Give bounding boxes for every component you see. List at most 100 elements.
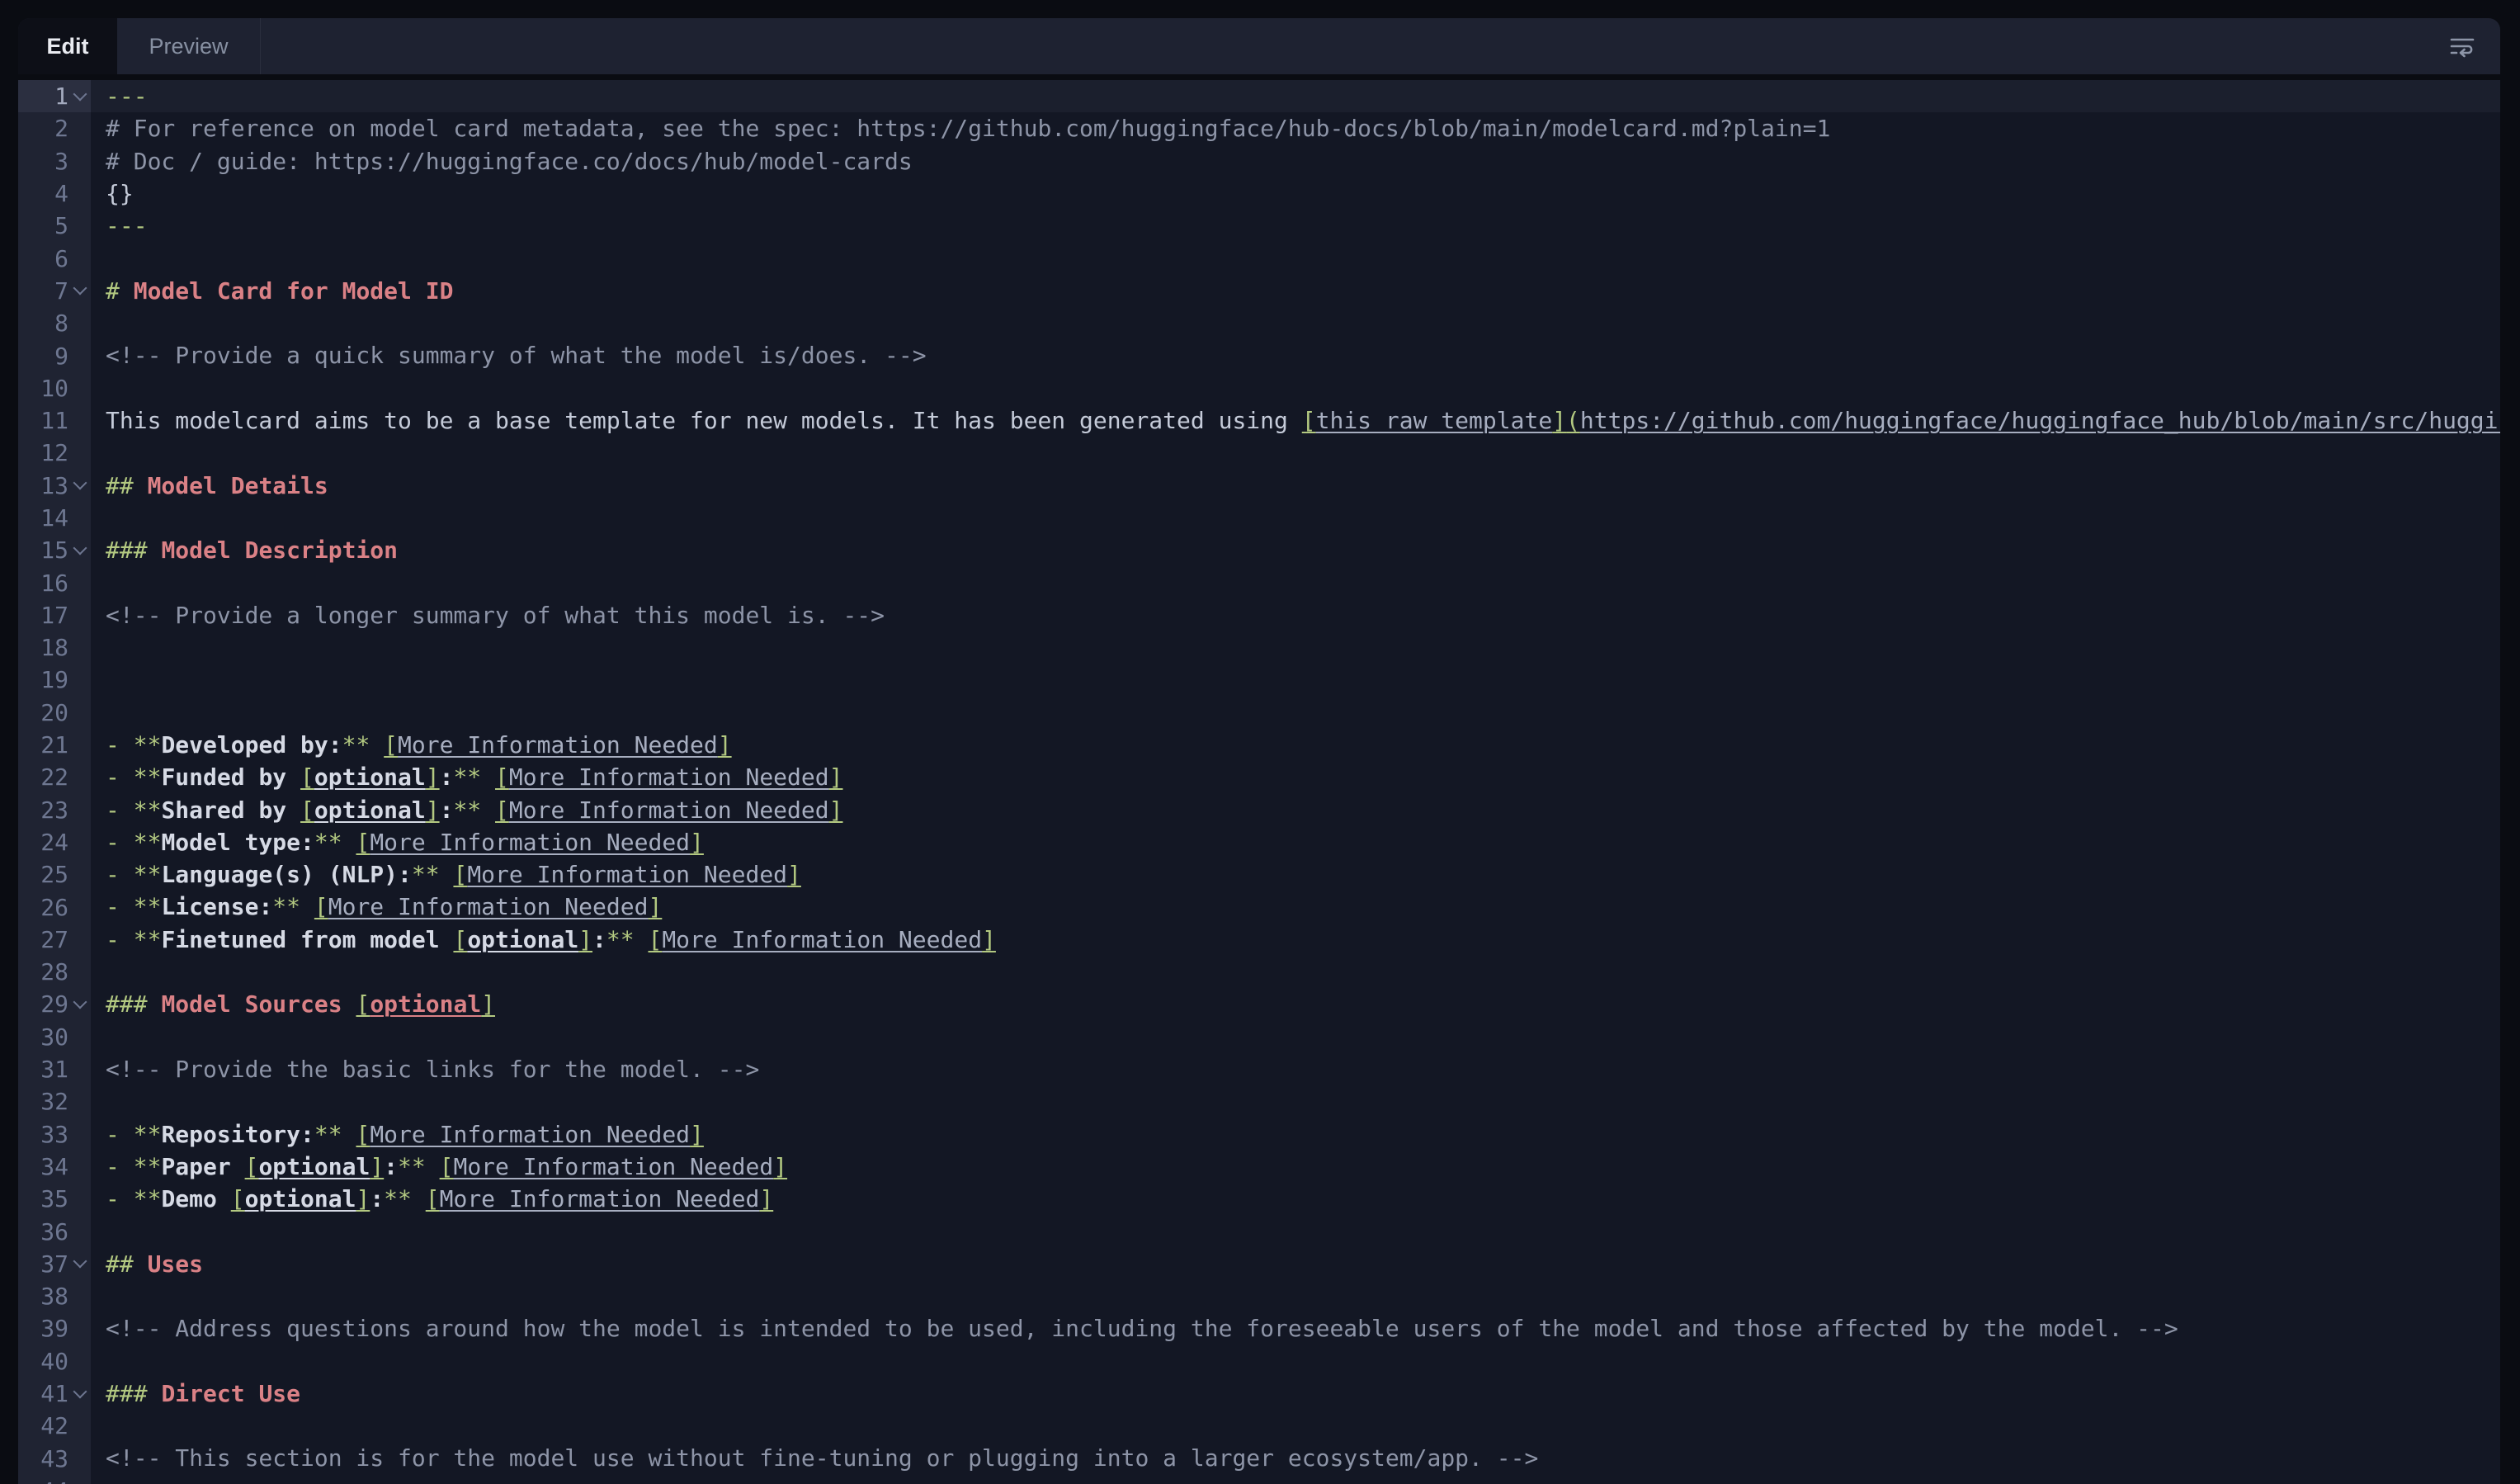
line-number: 27: [18, 926, 68, 953]
line-number: 9: [18, 343, 68, 370]
code-line-content[interactable]: [91, 631, 2500, 664]
fold-chevron-icon[interactable]: [73, 1384, 87, 1398]
code-line-content[interactable]: [91, 664, 2500, 696]
code-line-content[interactable]: [91, 1215, 2500, 1247]
code-line-content[interactable]: ## Uses: [91, 1248, 2500, 1280]
code-line-content[interactable]: - **Developed by:** [More Information Ne…: [91, 729, 2500, 761]
code-line-content[interactable]: <!-- Provide the basic links for the mod…: [91, 1053, 2500, 1085]
code-token: :: [440, 763, 454, 791]
line-number: 20: [18, 699, 68, 726]
code-token: [342, 1121, 356, 1148]
code-line-content[interactable]: - **Paper [optional]:** [More Informatio…: [91, 1151, 2500, 1183]
line-number: 5: [18, 212, 68, 239]
code-line-content[interactable]: <!-- Provide a quick summary of what the…: [91, 339, 2500, 371]
line-wrap-icon[interactable]: [2446, 31, 2479, 61]
line-number: 17: [18, 602, 68, 629]
code-line-content[interactable]: [91, 1085, 2500, 1118]
code-line: 10: [18, 372, 2500, 404]
code-line-content[interactable]: - **Finetuned from model [optional]:** […: [91, 924, 2500, 956]
code-token: https://github.com/huggingface/huggingfa…: [1580, 407, 2500, 434]
code-line-content[interactable]: [91, 437, 2500, 469]
code-line-content[interactable]: ## Model Details: [91, 470, 2500, 502]
code-token: [635, 926, 649, 953]
code-line-content[interactable]: ### Model Description: [91, 534, 2500, 566]
code-line-content[interactable]: # For reference on model card metadata, …: [91, 112, 2500, 144]
code-line-content[interactable]: [91, 566, 2500, 598]
code-line-content[interactable]: ---: [91, 210, 2500, 242]
code-token: [: [495, 763, 509, 791]
code-line: 26- **License:** [More Information Neede…: [18, 891, 2500, 923]
code-line-content[interactable]: [91, 502, 2500, 534]
code-line-content[interactable]: {}: [91, 177, 2500, 210]
code-line-content[interactable]: ---: [91, 80, 2500, 112]
line-number-cell: 6: [18, 242, 91, 274]
code-line-content[interactable]: - **Funded by [optional]:** [More Inform…: [91, 761, 2500, 793]
line-number: 30: [18, 1023, 68, 1051]
code-line-content[interactable]: [91, 956, 2500, 988]
code-line: 30: [18, 1021, 2500, 1053]
code-line: 3# Doc / guide: https://huggingface.co/d…: [18, 145, 2500, 177]
fold-chevron-icon[interactable]: [73, 87, 87, 101]
code-token: More Information Needed: [509, 763, 829, 791]
line-number-cell: 44: [18, 1475, 91, 1484]
code-line-content[interactable]: - **Shared by [optional]:** [More Inform…: [91, 794, 2500, 826]
code-line-content[interactable]: [91, 1345, 2500, 1378]
code-line-content[interactable]: # Doc / guide: https://huggingface.co/do…: [91, 145, 2500, 177]
code-line: 22- **Funded by [optional]:** [More Info…: [18, 761, 2500, 793]
code-token: ###: [106, 1380, 161, 1407]
code-token: More Information Needed: [453, 1153, 773, 1180]
code-token: This modelcard aims to be a base templat…: [106, 407, 1302, 434]
code-line-content[interactable]: [91, 372, 2500, 404]
line-number: 25: [18, 861, 68, 888]
code-line-content[interactable]: [91, 1410, 2500, 1442]
code-line-content[interactable]: [91, 1475, 2500, 1484]
code-line: 6: [18, 242, 2500, 274]
tab-edit[interactable]: Edit: [18, 18, 117, 74]
code-line-content[interactable]: <!-- This section is for the model use w…: [91, 1442, 2500, 1474]
code-editor[interactable]: 1---2# For reference on model card metad…: [18, 80, 2500, 1484]
code-token: **: [134, 861, 162, 888]
code-line: 43<!-- This section is for the model use…: [18, 1442, 2500, 1474]
code-token: Model type:: [161, 829, 314, 856]
code-token: Shared by: [161, 796, 300, 824]
line-number-cell: 42: [18, 1410, 91, 1442]
code-line-content[interactable]: <!-- Provide a longer summary of what th…: [91, 599, 2500, 631]
code-line: 16: [18, 566, 2500, 598]
code-line-content[interactable]: This modelcard aims to be a base templat…: [91, 404, 2500, 437]
code-line-content[interactable]: ### Model Sources [optional]: [91, 988, 2500, 1020]
fold-chevron-icon[interactable]: [73, 541, 87, 555]
tab-preview[interactable]: Preview: [117, 18, 261, 74]
line-number-cell: 15: [18, 534, 91, 566]
code-token: Model Details: [148, 472, 328, 499]
code-line-content[interactable]: - **Repository:** [More Information Need…: [91, 1118, 2500, 1151]
code-line-content[interactable]: [91, 242, 2500, 274]
fold-chevron-icon[interactable]: [73, 281, 87, 295]
code-token: ###: [106, 536, 161, 564]
code-token: -: [106, 1153, 134, 1180]
line-number: 40: [18, 1348, 68, 1375]
fold-chevron-icon[interactable]: [73, 1255, 87, 1269]
code-token: [: [300, 763, 314, 791]
code-line-content[interactable]: <!-- Address questions around how the mo…: [91, 1312, 2500, 1345]
code-line-content[interactable]: [91, 697, 2500, 729]
code-line-content[interactable]: - **Demo [optional]:** [More Information…: [91, 1183, 2500, 1215]
code-line-content[interactable]: - **Model type:** [More Information Need…: [91, 826, 2500, 858]
code-line-content[interactable]: [91, 1021, 2500, 1053]
fold-chevron-icon[interactable]: [73, 476, 87, 490]
line-number: 33: [18, 1121, 68, 1148]
fold-chevron-icon[interactable]: [73, 995, 87, 1009]
code-line-content[interactable]: ### Direct Use: [91, 1378, 2500, 1410]
line-number: 6: [18, 245, 68, 272]
code-line-content[interactable]: - **License:** [More Information Needed]: [91, 891, 2500, 923]
code-token: ]: [426, 796, 440, 824]
code-line-content[interactable]: - **Language(s) (NLP):** [More Informati…: [91, 858, 2500, 891]
code-line-content[interactable]: [91, 1280, 2500, 1312]
code-line: 11This modelcard aims to be a base templ…: [18, 404, 2500, 437]
line-number: 2: [18, 115, 68, 142]
line-number-cell: 26: [18, 891, 91, 923]
code-line-content[interactable]: [91, 307, 2500, 339]
code-line-content[interactable]: # Model Card for Model ID: [91, 275, 2500, 307]
line-number: 29: [18, 990, 68, 1018]
line-number-cell: 38: [18, 1280, 91, 1312]
code-token: [: [314, 893, 328, 920]
